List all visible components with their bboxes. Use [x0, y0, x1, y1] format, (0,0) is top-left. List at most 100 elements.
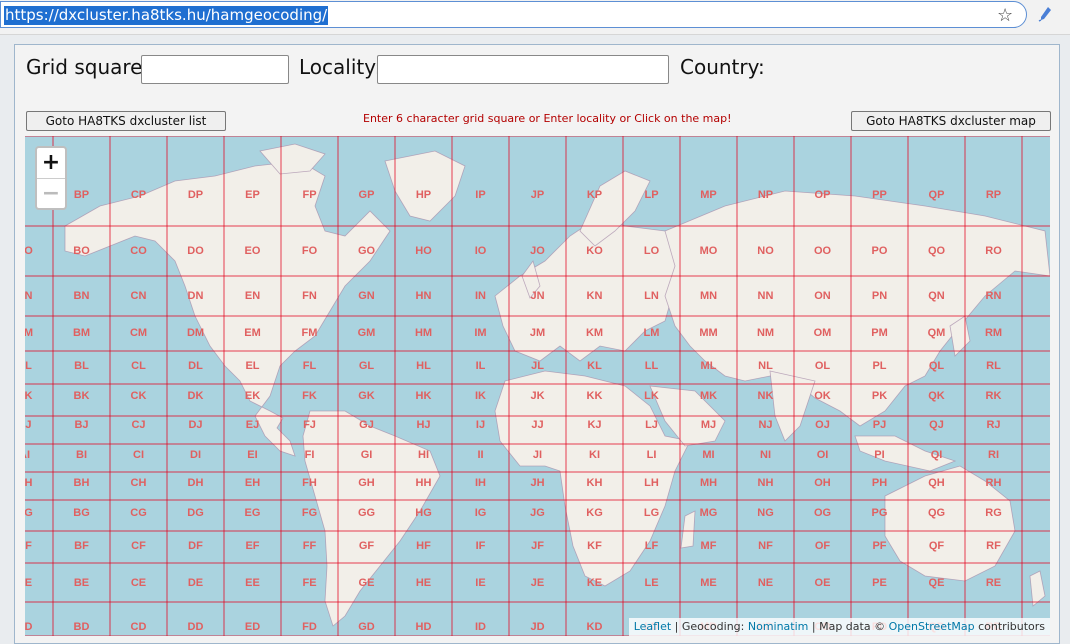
goto-list-button[interactable]: Goto HA8TKS dxcluster list: [26, 111, 226, 131]
grid-square-label: HG: [415, 507, 432, 519]
grid-square-label: CJ: [131, 419, 145, 431]
zoom-in-button[interactable]: +: [37, 148, 65, 178]
grid-square-label: JE: [531, 577, 544, 589]
grid-square-label: PF: [872, 540, 886, 552]
grid-square-label: NN: [758, 290, 774, 302]
grid-square-label: RG: [985, 507, 1002, 519]
grid-square-label: NF: [758, 540, 773, 552]
url-text[interactable]: https://dxcluster.ha8tks.hu/hamgeocoding…: [4, 6, 329, 25]
grid-square-label: MF: [701, 540, 717, 552]
grid-square-label: BN: [74, 290, 90, 302]
grid-square-label: MI: [702, 449, 714, 461]
goto-map-button[interactable]: Goto HA8TKS dxcluster map: [851, 111, 1051, 131]
address-bar[interactable]: https://dxcluster.ha8tks.hu/hamgeocoding…: [0, 1, 1027, 28]
grid-square-label: DI: [190, 449, 201, 461]
grid-square-label: JD: [530, 621, 544, 633]
grid-square-label: QJ: [929, 419, 944, 431]
grid-square-label: FH: [302, 477, 317, 489]
grid-square-label: PG: [872, 507, 888, 519]
grid-square-label: HL: [416, 360, 431, 372]
grid-square-label: QO: [928, 245, 946, 257]
grid-square-label: ID: [475, 621, 486, 633]
grid-square-label: BP: [74, 189, 89, 201]
grid-square-label: PO: [872, 245, 888, 257]
grid-square-label: RN: [986, 290, 1002, 302]
grid-square-label: NI: [760, 449, 771, 461]
grid-square-label: JM: [530, 327, 545, 339]
world-map[interactable]: BP CP DP EP FP GP HP IP JP KP LP MP NP OP PP QP RP AO BO CO…: [25, 136, 1050, 636]
grid-square-label: CE: [131, 577, 146, 589]
land-masses: [64, 143, 1050, 627]
grid-square-label: PE: [872, 577, 887, 589]
attribution-tail: contributors: [974, 620, 1045, 633]
grid-square-label: JK: [530, 390, 544, 402]
grid-square-label: DF: [188, 540, 203, 552]
grid-square-label: RO: [985, 245, 1002, 257]
grid-square-label: DN: [188, 290, 204, 302]
grid-square-label: HE: [416, 577, 431, 589]
grid-square-label: DH: [188, 477, 204, 489]
grid-square-label: HP: [416, 189, 431, 201]
map-attribution: Leaflet | Geocoding: Nominatim | Map dat…: [628, 618, 1050, 636]
grid-square-label: JN: [530, 290, 544, 302]
grid-square-label: OK: [814, 390, 831, 402]
grid-square-label: DO: [187, 245, 204, 257]
grid-square-label: IP: [475, 189, 485, 201]
grid-square-input[interactable]: [141, 55, 289, 84]
grid-square-label: HF: [416, 540, 431, 552]
grid-square-label: QK: [928, 390, 945, 402]
grid-square-label: QG: [928, 507, 945, 519]
grid-square-label: NH: [758, 477, 774, 489]
grid-square-label: FG: [302, 507, 317, 519]
grid-square-label: Grid square:: [26, 55, 150, 79]
grid-square-label: KD: [587, 621, 603, 633]
grid-square-label: OL: [815, 360, 831, 372]
grid-square-label: KO: [586, 245, 603, 257]
grid-square-label: AO: [25, 245, 33, 257]
grid-square-label: DL: [188, 360, 203, 372]
grid-square-label: NK: [758, 390, 774, 402]
grid-square-label: KH: [587, 477, 603, 489]
grid-square-label: QM: [928, 327, 946, 339]
leaflet-link[interactable]: Leaflet: [634, 620, 671, 633]
grid-square-label: IO: [475, 245, 487, 257]
locality-input[interactable]: [377, 55, 669, 84]
zoom-out-button[interactable]: −: [37, 178, 65, 209]
grid-square-label: JO: [530, 245, 545, 257]
grid-square-label: BL: [74, 360, 89, 372]
grid-square-label: MH: [700, 477, 717, 489]
grid-square-label: ML: [701, 360, 717, 372]
grid-square-label: FI: [305, 449, 315, 461]
grid-square-label: DD: [188, 621, 204, 633]
grid-square-label: FF: [303, 540, 317, 552]
grid-square-label: KL: [587, 360, 602, 372]
grid-square-label: QE: [929, 577, 945, 589]
grid-square-label: BE: [74, 577, 89, 589]
grid-square-label: EO: [245, 245, 261, 257]
grid-square-label: RF: [986, 540, 1001, 552]
grid-square-label: AF: [25, 540, 32, 552]
greenland-landmass: [384, 150, 466, 222]
grid-square-label: CG: [130, 507, 147, 519]
grid-square-label: BM: [73, 327, 90, 339]
grid-square-label: BI: [76, 449, 87, 461]
grid-square-label: OM: [814, 327, 832, 339]
grid-square-label: QP: [929, 189, 945, 201]
grid-square-label: CH: [131, 477, 147, 489]
grid-square-label: DK: [188, 390, 204, 402]
extension-icon[interactable]: [1038, 6, 1052, 22]
grid-square-label: LM: [644, 327, 660, 339]
grid-square-label: PH: [872, 477, 887, 489]
grid-square-label: FE: [302, 577, 316, 589]
grid-square-label: EI: [247, 449, 257, 461]
grid-square-label: LG: [644, 507, 659, 519]
page-content: Grid square: Locality: Country: Goto HA8…: [14, 44, 1060, 644]
map-layer[interactable]: BP CP DP EP FP GP HP IP JP KP LP MP NP OP PP QP RP AO BO CO…: [25, 136, 1050, 636]
bookmark-star-icon[interactable]: ☆: [997, 5, 1013, 26]
nominatim-link[interactable]: Nominatim: [748, 620, 809, 633]
openstreetmap-link[interactable]: OpenStreetMap: [889, 620, 975, 633]
grid-square-label: GM: [358, 327, 376, 339]
zoom-control: + −: [35, 146, 67, 210]
grid-square-label: CF: [131, 540, 146, 552]
grid-square-label: PN: [872, 290, 887, 302]
